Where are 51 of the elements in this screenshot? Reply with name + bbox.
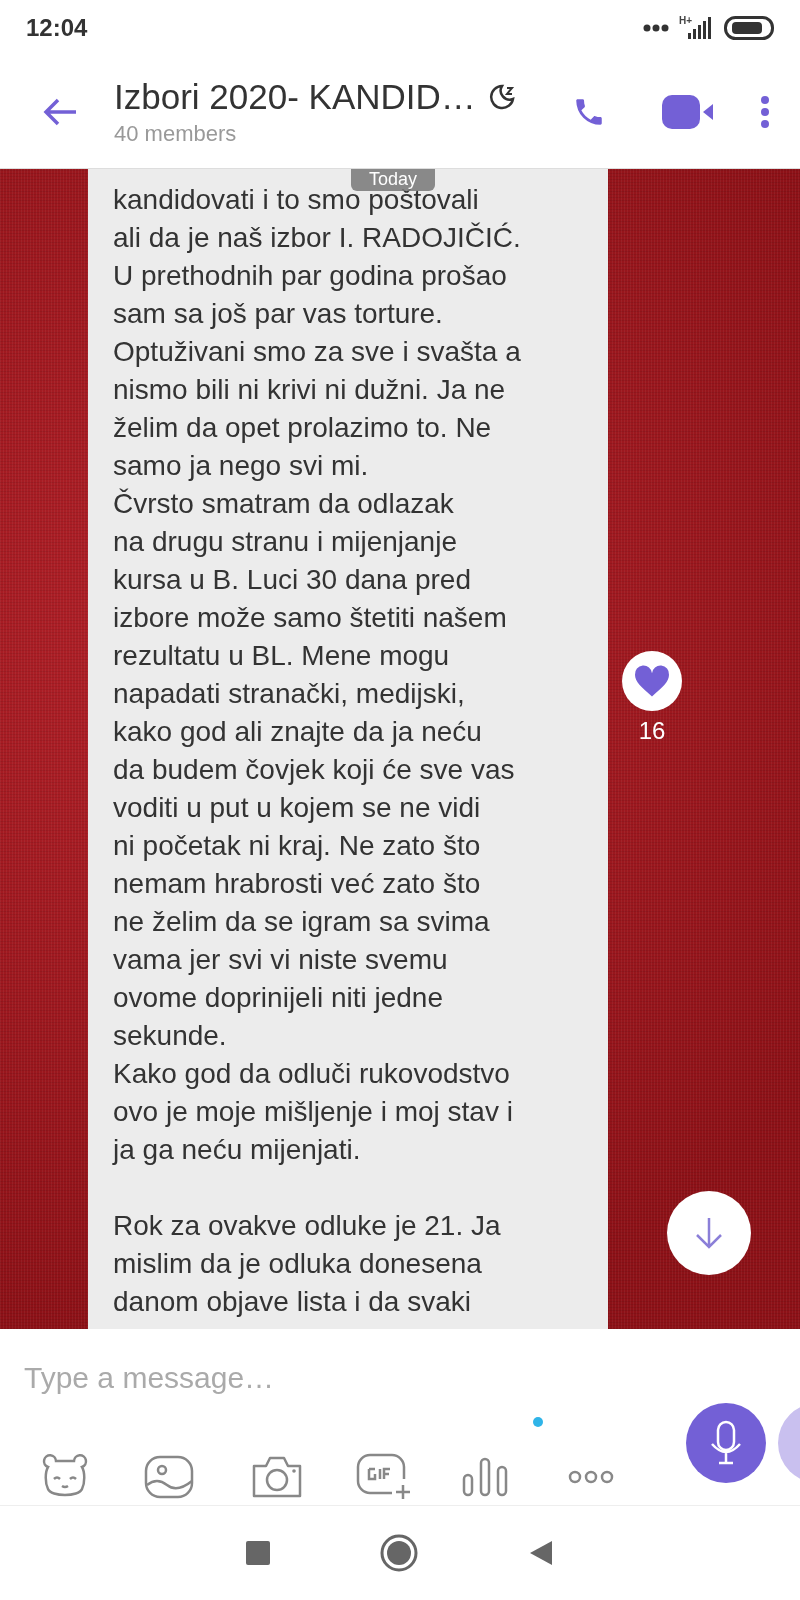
scroll-down-button[interactable] <box>667 1191 751 1275</box>
message-line: ovo je moje mišljenje i moj stav i <box>113 1095 513 1129</box>
message-line: Čvrsto smatram da odlazak <box>113 487 454 521</box>
message-line: nemam hrabrosti već zato što <box>113 867 481 901</box>
message-line: vama jer svi vi niste svemu <box>113 943 448 977</box>
network-type: H+ <box>678 14 692 26</box>
message-line: sekunde. <box>113 1019 227 1053</box>
message-line: napadati stranački, medijski, <box>113 677 465 711</box>
message-line: rezultatu u BL. Mene mogu <box>113 639 450 673</box>
battery-icon <box>724 16 774 40</box>
microphone-icon <box>709 1420 743 1466</box>
message-line: Optuživani smo za sve i svašta a <box>113 335 521 369</box>
message-line: želim da opet prolazimo to. Ne <box>113 411 492 445</box>
message-line: sam sa još par vas torture. <box>113 297 443 331</box>
message-line: kursa u B. Luci 30 dana pred <box>113 563 471 597</box>
message-line: ni početak ni kraj. Ne zato što <box>113 829 481 863</box>
menu-icon <box>760 95 770 129</box>
bars-icon <box>462 1457 508 1497</box>
camera-icon <box>250 1454 304 1500</box>
more-dots-icon <box>642 24 669 32</box>
message-line: Kako god da odluči rukovodstvo <box>113 1057 510 1091</box>
message-line: izbore može samo štetiti našem <box>113 601 507 635</box>
message-line: da budem čovjek koji će sve vas <box>113 753 515 787</box>
notification-dot <box>533 1417 543 1427</box>
message-line: ali da je naš izbor I. RADOJIČIĆ. <box>113 221 521 255</box>
video-camera-icon <box>662 95 714 129</box>
message-line: U prethodnih par godina prošao <box>113 259 507 293</box>
dots-icon <box>568 1470 614 1484</box>
message-line: samo ja nego svi mi. <box>113 449 369 483</box>
message-line: voditi u put u kojem se ne vidi <box>113 791 481 825</box>
message-line: na drugu stranu i mijenjanje <box>113 525 457 559</box>
moon-icon <box>487 83 516 111</box>
message-line: Rok za ovakve odluke je 21. Ja <box>113 1209 501 1243</box>
like-button[interactable] <box>622 651 682 711</box>
home-nav-icon <box>380 1534 418 1572</box>
back-nav-icon <box>528 1539 554 1567</box>
like-count: 16 <box>638 717 666 745</box>
back-arrow-icon <box>42 97 78 127</box>
message-line: ne želim da se igram sa svima <box>113 905 490 939</box>
message-line: kako god ali znajte da ja neću <box>113 715 482 749</box>
message-line: nismo bili ni krivi ni dužni. Ja ne <box>113 373 506 407</box>
message-line: ja ga neću mijenjati. <box>113 1133 361 1167</box>
chat-title: Izbori 2020- KANDID… <box>114 77 476 117</box>
image-icon <box>144 1455 194 1499</box>
message-line: ovome doprinijeli niti jedne <box>113 981 443 1015</box>
heart-icon <box>633 664 671 698</box>
member-count: 40 members <box>114 121 238 147</box>
status-time: 12:04 <box>26 14 88 42</box>
message-line: mislim da je odluka donesena <box>113 1247 482 1281</box>
square-nav-icon <box>246 1541 270 1565</box>
message-line: danom objave lista i da svaki <box>113 1285 471 1319</box>
